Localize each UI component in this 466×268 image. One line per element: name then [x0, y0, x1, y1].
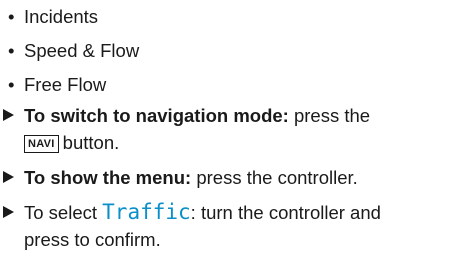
list-item: • Speed & Flow — [8, 34, 139, 68]
list-item-label: Incidents — [24, 6, 99, 27]
instruction-step: To switch to navigation mode: press the … — [0, 102, 466, 156]
step-text: press the — [288, 105, 371, 126]
bullet-icon: • — [8, 74, 15, 95]
list-item-label: Speed & Flow — [24, 40, 140, 61]
display-menu-item-traffic: Traffic — [102, 200, 191, 224]
navi-key-label: NAVI — [24, 135, 59, 153]
instruction-step: To show the menu: press the controller. — [0, 164, 466, 191]
list-item: • Free Flow — [8, 68, 139, 102]
step-text: press to confirm. — [24, 229, 161, 250]
list-item-label: Free Flow — [24, 74, 107, 95]
traffic-options-list: • Incidents • Speed & Flow • Free Flow — [8, 0, 139, 102]
step-text: : turn the controller and — [190, 202, 381, 223]
triangle-right-icon — [3, 109, 14, 121]
step-text: press the controller. — [191, 167, 358, 188]
triangle-right-icon — [3, 171, 14, 183]
step-text: To select — [24, 202, 103, 223]
bullet-icon: • — [8, 6, 15, 27]
triangle-right-icon — [3, 206, 14, 218]
step-text: button. — [62, 132, 120, 153]
step-heading: To switch to navigation mode: — [24, 105, 289, 126]
list-item: • Incidents — [8, 0, 139, 34]
instruction-step: To select Traffic: turn the controller a… — [0, 199, 466, 253]
step-heading: To show the menu: — [24, 167, 192, 188]
instruction-steps: To switch to navigation mode: press the … — [0, 102, 466, 261]
manual-page: • Incidents • Speed & Flow • Free Flow T… — [0, 0, 466, 268]
bullet-icon: • — [8, 40, 15, 61]
